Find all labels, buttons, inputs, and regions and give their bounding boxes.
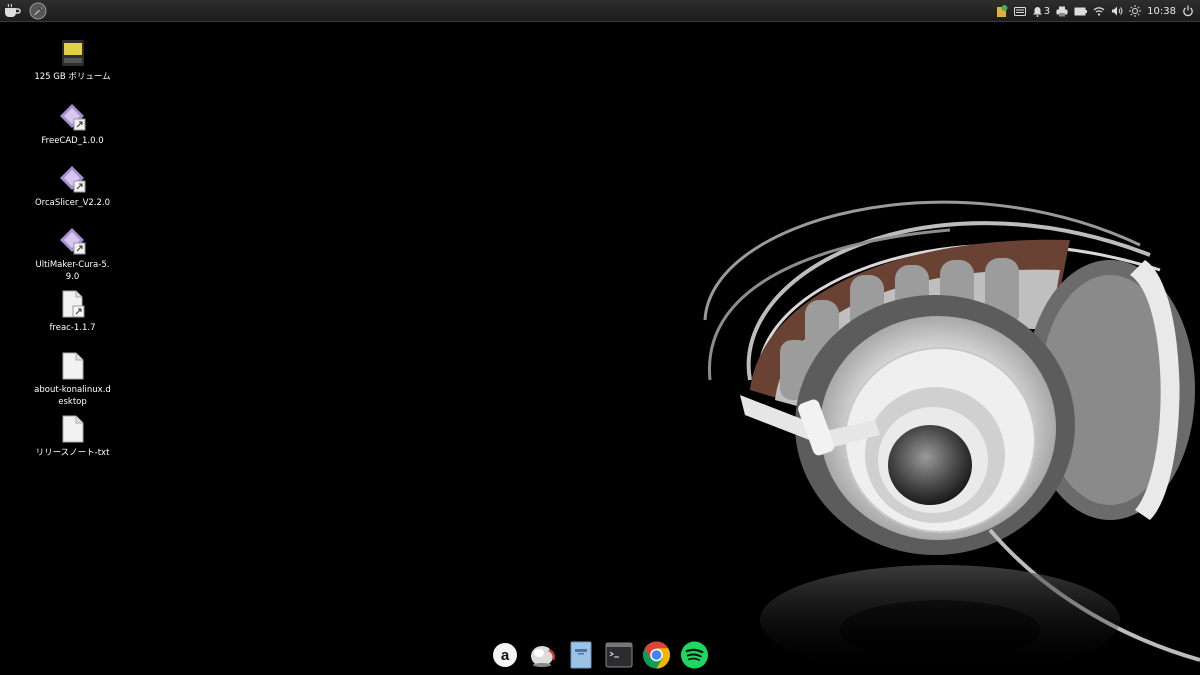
system-tray: 3 10:38 bbox=[996, 2, 1194, 20]
desktop-icon-label: リリースノート-txt bbox=[35, 448, 110, 458]
volume-icon[interactable] bbox=[1111, 3, 1123, 19]
appimage-icon bbox=[58, 164, 88, 194]
desktop-icon-volume[interactable]: 125 GB ボリューム bbox=[20, 38, 125, 83]
drive-icon bbox=[58, 38, 88, 68]
desktop-icon-cura[interactable]: UltiMaker-Cura-5.9.0 bbox=[20, 226, 125, 283]
browser-globe-icon[interactable] bbox=[528, 641, 557, 670]
brightness-icon[interactable] bbox=[1129, 3, 1142, 19]
chrome-icon[interactable] bbox=[642, 641, 671, 670]
battery-icon[interactable] bbox=[1074, 3, 1088, 19]
desktop-icon-label: about-konalinux.desktop bbox=[34, 385, 111, 407]
file-manager-icon[interactable] bbox=[566, 641, 595, 670]
notifications-icon[interactable]: 3 bbox=[1032, 3, 1050, 19]
appimage-icon bbox=[58, 226, 88, 256]
printer-icon[interactable] bbox=[1056, 3, 1068, 19]
clock[interactable]: 10:38 bbox=[1147, 6, 1176, 17]
cup-icon[interactable] bbox=[2, 1, 22, 21]
file-link-icon bbox=[58, 289, 88, 319]
desktop-icon-orcaslicer[interactable]: OrcaSlicer_V2.2.0 bbox=[20, 164, 125, 209]
spotify-icon[interactable] bbox=[680, 641, 709, 670]
notification-count: 3 bbox=[1043, 5, 1051, 17]
software-update-icon[interactable] bbox=[996, 3, 1008, 19]
svg-text:a: a bbox=[500, 647, 509, 664]
keyboard-icon[interactable] bbox=[1013, 3, 1026, 19]
desktop-icon-label: 125 GB ボリューム bbox=[34, 72, 111, 82]
desktop-icon-label: UltiMaker-Cura-5.9.0 bbox=[35, 260, 110, 282]
terminal-icon[interactable] bbox=[604, 641, 633, 670]
top-panel: 3 10:38 bbox=[0, 0, 1200, 22]
desktop-icon-release-notes[interactable]: リリースノート-txt bbox=[20, 414, 125, 459]
document-icon bbox=[58, 414, 88, 444]
document-icon bbox=[58, 351, 88, 381]
rocket-launcher-icon[interactable] bbox=[28, 1, 48, 21]
headphones-wallpaper bbox=[703, 200, 1200, 675]
desktop-icon-about-konalinux[interactable]: about-konalinux.desktop bbox=[20, 351, 125, 408]
desktop-icon-label: FreeCAD_1.0.0 bbox=[41, 136, 104, 146]
wifi-icon[interactable] bbox=[1093, 3, 1105, 19]
a-launcher-icon[interactable]: a bbox=[490, 641, 519, 670]
power-icon[interactable] bbox=[1182, 3, 1194, 19]
dock: a bbox=[490, 636, 709, 674]
appimage-icon bbox=[58, 102, 88, 132]
panel-left bbox=[2, 1, 48, 21]
desktop-icon-freecad[interactable]: FreeCAD_1.0.0 bbox=[20, 102, 125, 147]
desktop-icon-freac[interactable]: freac-1.1.7 bbox=[20, 289, 125, 334]
desktop-icon-label: freac-1.1.7 bbox=[49, 323, 96, 333]
desktop-icon-label: OrcaSlicer_V2.2.0 bbox=[34, 198, 111, 208]
